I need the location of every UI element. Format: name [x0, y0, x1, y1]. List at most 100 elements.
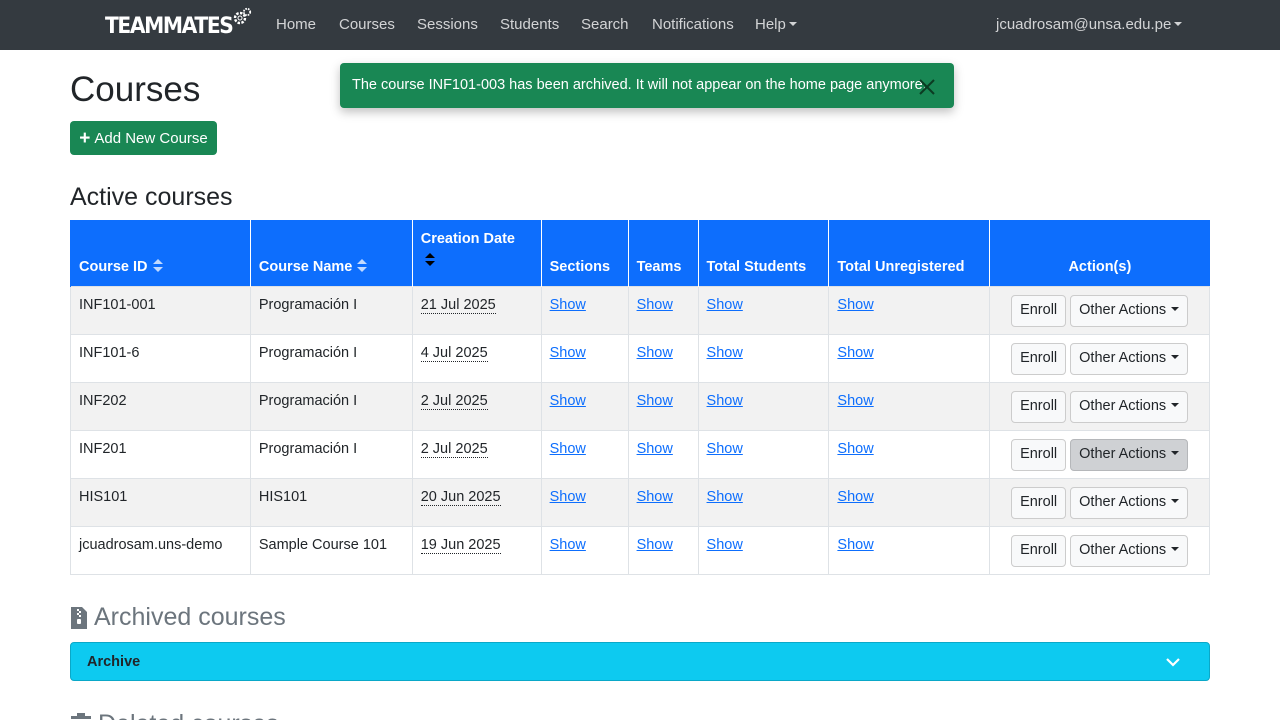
nav-search[interactable]: Search	[581, 16, 629, 33]
nav-home[interactable]: Home	[276, 16, 316, 33]
show-sections-link[interactable]: Show	[550, 489, 586, 505]
teams-cell: Show	[627, 429, 699, 479]
header-course-id[interactable]: Course ID	[70, 220, 251, 286]
show-total-unregistered-link[interactable]: Show	[837, 537, 873, 553]
other-actions-dropdown[interactable]: Other Actions	[1070, 342, 1189, 375]
total-students-cell: Show	[697, 525, 830, 575]
sort-icon	[424, 253, 435, 267]
creation-date-cell: 19 Jun 2025	[411, 525, 542, 575]
nav-help-dropdown[interactable]: Help	[755, 16, 797, 33]
sections-cell: Show	[540, 525, 629, 575]
enroll-button[interactable]: Enroll	[1011, 486, 1067, 519]
header-teams: Teams	[627, 220, 699, 286]
sections-cell: Show	[540, 477, 629, 527]
nav-notifications[interactable]: Notifications	[652, 16, 734, 33]
table-row: INF101-6 Programación I 4 Jul 2025 Show Show…	[70, 333, 1210, 383]
creation-date: 20 Jun 2025	[420, 488, 501, 506]
show-sections-link[interactable]: Show	[550, 393, 586, 409]
active-courses-table: Course ID Course Name Creation Date Sect…	[70, 220, 1210, 575]
show-teams-link[interactable]: Show	[637, 393, 673, 409]
table-row: INF101-001 Programación I 21 Jul 2025 Show S…	[70, 285, 1210, 335]
header-course-name[interactable]: Course Name	[249, 220, 413, 286]
teams-cell: Show	[627, 285, 699, 335]
creation-date: 21 Jul 2025	[420, 296, 496, 314]
show-total-students-link[interactable]: Show	[707, 393, 743, 409]
show-total-unregistered-link[interactable]: Show	[837, 393, 873, 409]
creation-date-cell: 21 Jul 2025	[411, 285, 542, 335]
show-total-students-link[interactable]: Show	[707, 441, 743, 457]
show-total-students-link[interactable]: Show	[707, 537, 743, 553]
nav-courses[interactable]: Courses	[339, 16, 395, 33]
other-actions-dropdown[interactable]: Other Actions	[1070, 534, 1189, 567]
other-actions-dropdown[interactable]: Other Actions	[1070, 390, 1189, 423]
caret-down-icon	[1174, 22, 1183, 26]
sections-cell: Show	[540, 429, 629, 479]
show-sections-link[interactable]: Show	[550, 537, 586, 553]
nav-students[interactable]: Students	[500, 16, 559, 33]
show-sections-link[interactable]: Show	[550, 297, 586, 313]
total-unregistered-cell: Show	[828, 381, 991, 431]
teams-cell: Show	[627, 381, 699, 431]
sort-icon	[152, 258, 163, 273]
other-actions-label: Other Actions	[1079, 541, 1167, 558]
show-total-students-link[interactable]: Show	[707, 489, 743, 505]
show-total-students-link[interactable]: Show	[707, 297, 743, 313]
teammates-logo[interactable]: TEAMMATES	[105, 7, 255, 42]
close-icon[interactable]	[917, 77, 937, 97]
archive-panel-header[interactable]: Archive	[70, 642, 1210, 681]
course-name-cell: Programación I	[249, 381, 413, 431]
header-actions: Action(s)	[989, 220, 1210, 286]
add-new-course-button[interactable]: + Add New Course	[70, 121, 217, 155]
enroll-button[interactable]: Enroll	[1011, 534, 1067, 567]
other-actions-dropdown[interactable]: Other Actions	[1070, 486, 1189, 519]
show-sections-link[interactable]: Show	[550, 345, 586, 361]
creation-date-cell: 4 Jul 2025	[411, 333, 542, 383]
show-total-unregistered-link[interactable]: Show	[837, 345, 873, 361]
success-toast: The course INF101-003 has been archived.…	[340, 63, 954, 108]
show-teams-link[interactable]: Show	[637, 345, 673, 361]
nav-help-label: Help	[755, 16, 786, 33]
other-actions-dropdown[interactable]: Other Actions	[1070, 294, 1189, 327]
table-row: INF202 Programación I 2 Jul 2025 Show Show Sh…	[70, 381, 1210, 431]
sort-icon	[357, 258, 368, 273]
plus-icon: +	[79, 127, 91, 149]
total-unregistered-cell: Show	[828, 477, 991, 527]
header-total-unregistered: Total Unregistered	[828, 220, 990, 286]
add-new-course-label: Add New Course	[94, 129, 208, 147]
actions-cell: Enroll Other Actions	[989, 525, 1210, 575]
actions-cell: Enroll Other Actions	[989, 429, 1210, 479]
show-total-unregistered-link[interactable]: Show	[837, 441, 873, 457]
other-actions-dropdown[interactable]: Other Actions	[1070, 438, 1189, 471]
course-name-cell: Programación I	[249, 285, 413, 335]
sections-cell: Show	[540, 333, 629, 383]
show-total-students-link[interactable]: Show	[707, 345, 743, 361]
nav-sessions[interactable]: Sessions	[417, 16, 478, 33]
enroll-button[interactable]: Enroll	[1011, 342, 1067, 375]
header-total-students: Total Students	[697, 220, 829, 286]
course-id-cell: INF202	[70, 381, 251, 431]
show-teams-link[interactable]: Show	[637, 297, 673, 313]
teams-cell: Show	[627, 525, 699, 575]
show-sections-link[interactable]: Show	[550, 441, 586, 457]
creation-date: 4 Jul 2025	[420, 344, 488, 362]
total-unregistered-cell: Show	[828, 285, 991, 335]
caret-down-icon	[1171, 546, 1180, 551]
creation-date-cell: 20 Jun 2025	[411, 477, 542, 527]
enroll-button[interactable]: Enroll	[1011, 294, 1067, 327]
course-id-cell: INF101-6	[70, 333, 251, 383]
header-creation-date[interactable]: Creation Date	[411, 220, 542, 286]
show-total-unregistered-link[interactable]: Show	[837, 489, 873, 505]
show-teams-link[interactable]: Show	[637, 537, 673, 553]
show-teams-link[interactable]: Show	[637, 441, 673, 457]
enroll-button[interactable]: Enroll	[1011, 438, 1067, 471]
course-name-cell: Sample Course 101	[249, 525, 413, 575]
show-teams-link[interactable]: Show	[637, 489, 673, 505]
actions-cell: Enroll Other Actions	[989, 381, 1210, 431]
creation-date-cell: 2 Jul 2025	[411, 381, 542, 431]
user-email: jcuadrosam@unsa.edu.pe	[996, 16, 1172, 33]
show-total-unregistered-link[interactable]: Show	[837, 297, 873, 313]
total-students-cell: Show	[697, 429, 830, 479]
archive-file-icon	[71, 606, 87, 629]
enroll-button[interactable]: Enroll	[1011, 390, 1067, 423]
user-menu-dropdown[interactable]: jcuadrosam@unsa.edu.pe	[996, 16, 1183, 33]
